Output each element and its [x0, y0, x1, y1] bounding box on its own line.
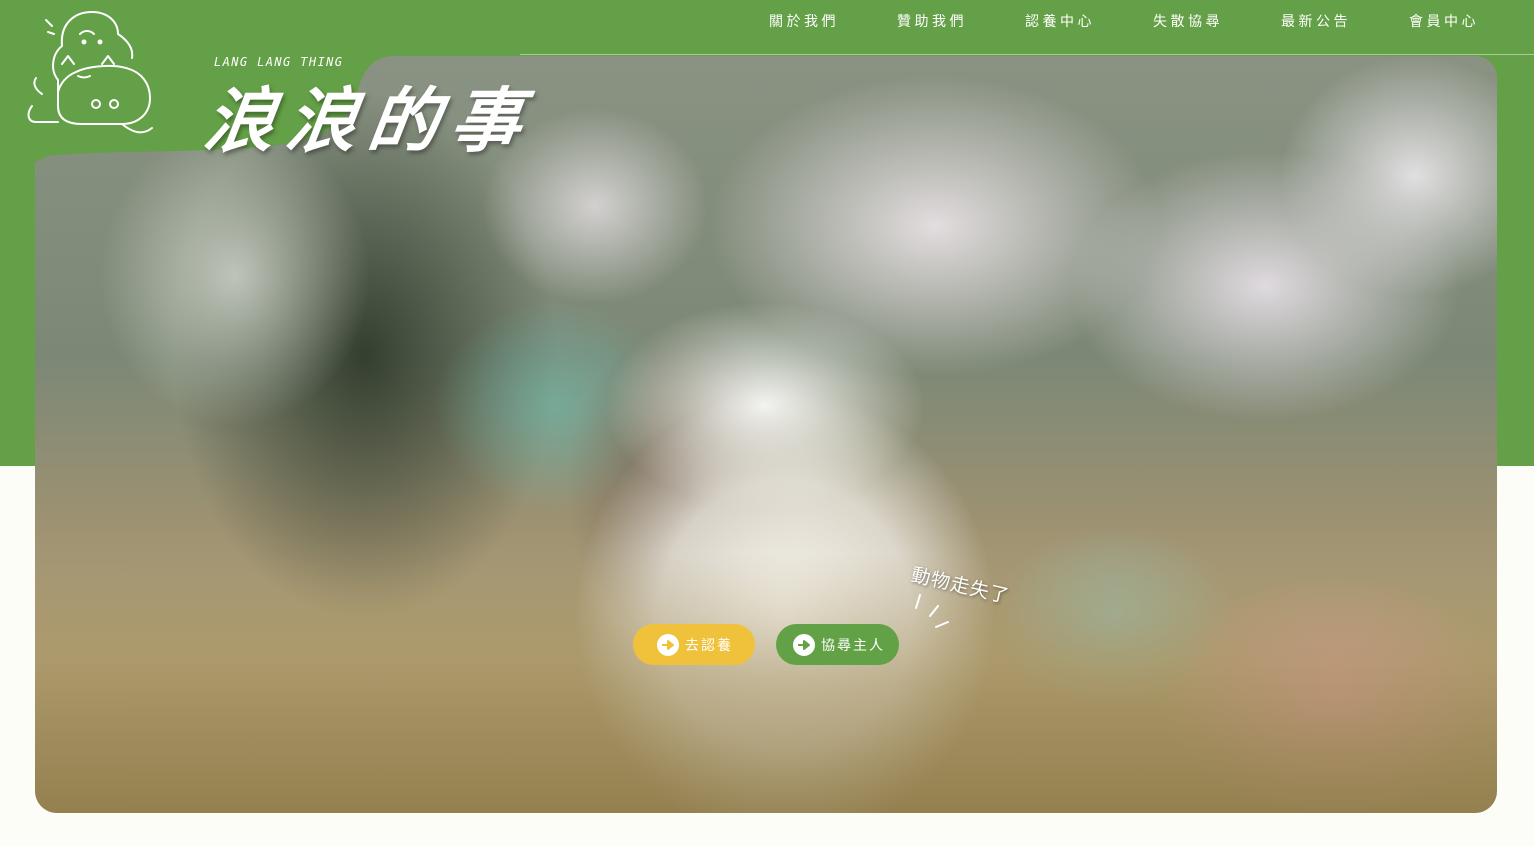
adopt-button[interactable]: 去認養: [633, 624, 755, 665]
arrow-right-icon: [793, 633, 815, 656]
nav-sponsor[interactable]: 贊助我們: [868, 11, 996, 33]
brand-name-zh[interactable]: 浪浪的事: [199, 76, 540, 166]
header-divider: [345, 54, 1534, 55]
nav-adoption[interactable]: 認養中心: [996, 11, 1124, 33]
cat-dog-mascot-icon[interactable]: [22, 6, 162, 146]
find-owner-button[interactable]: 協尋主人: [776, 624, 899, 665]
emphasis-marks-icon: [915, 594, 949, 628]
nav-about[interactable]: 關於我們: [740, 11, 868, 33]
adopt-button-label: 去認養: [685, 637, 733, 654]
brand-name-en: LANG LANG THING: [214, 55, 344, 69]
nav-news[interactable]: 最新公告: [1252, 11, 1380, 33]
nav-lost-found[interactable]: 失散協尋: [1124, 11, 1252, 33]
arrow-right-icon: [657, 633, 679, 656]
nav-member[interactable]: 會員中心: [1380, 11, 1508, 33]
main-nav: 關於我們 贊助我們 認養中心 失散協尋 最新公告 會員中心: [740, 11, 1508, 33]
find-owner-button-label: 協尋主人: [821, 637, 885, 654]
